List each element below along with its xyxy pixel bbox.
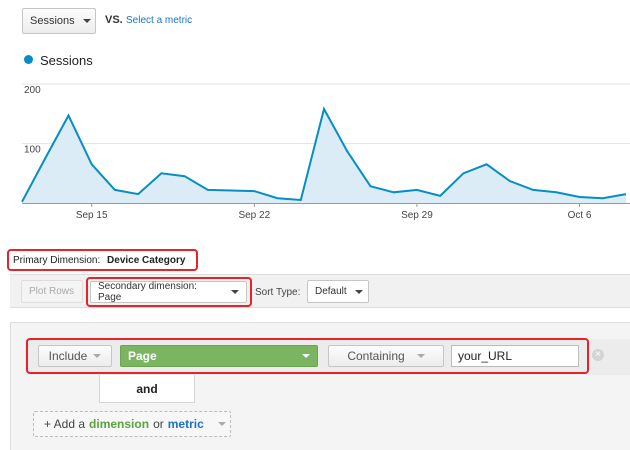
chevron-down-icon	[416, 354, 425, 358]
chevron-down-icon	[302, 354, 310, 358]
add-metric-link[interactable]: metric	[168, 417, 204, 431]
metric-dropdown-label: Sessions	[30, 15, 75, 27]
sort-type-label: Sort Type:	[255, 287, 301, 298]
match-type-dropdown[interactable]: Containing	[328, 345, 444, 367]
primary-dimension: Primary Dimension: Device Category	[13, 255, 185, 266]
dimension-value: Page	[128, 349, 157, 363]
add-or: or	[153, 417, 164, 431]
metric-dropdown[interactable]: Sessions	[22, 8, 96, 34]
secondary-dimension-label: Secondary dimension: Page	[98, 281, 197, 303]
y-tick-label: 100	[24, 145, 41, 156]
include-dropdown[interactable]: Include	[38, 345, 112, 367]
x-tick-label: Sep 15	[76, 210, 108, 221]
sort-type-value: Default	[315, 286, 347, 297]
secondary-dimension-dropdown[interactable]: Secondary dimension: Page	[90, 281, 247, 303]
legend-dot-icon	[24, 55, 33, 64]
plot-rows-button[interactable]: Plot Rows	[21, 280, 83, 303]
select-metric-link[interactable]: Select a metric	[126, 15, 192, 26]
remove-filter-icon[interactable]: ×	[592, 349, 604, 361]
add-dimension-link[interactable]: dimension	[89, 417, 149, 431]
dimension-dropdown[interactable]: Page	[120, 345, 318, 367]
legend-label: Sessions	[40, 53, 93, 68]
chevron-down-icon	[82, 19, 91, 23]
primary-dimension-label: Primary Dimension:	[13, 255, 101, 266]
chevron-down-icon	[354, 289, 363, 294]
match-type-value: Containing	[347, 349, 405, 363]
and-label: and	[136, 381, 158, 396]
vs-label: VS.	[105, 14, 123, 26]
x-tick-label: Sep 29	[401, 210, 433, 221]
chevron-down-icon	[93, 354, 102, 358]
x-tick-label: Oct 6	[568, 210, 592, 221]
y-tick-label: 200	[24, 85, 41, 96]
add-prefix: + Add a	[44, 417, 86, 431]
chevron-down-icon	[231, 290, 239, 294]
sort-type-dropdown[interactable]: Default	[307, 280, 369, 303]
sessions-area	[22, 109, 626, 203]
x-tick-label: Sep 22	[238, 210, 270, 221]
include-label: Include	[48, 349, 88, 363]
chevron-down-icon	[217, 422, 226, 426]
plot-rows-label: Plot Rows	[29, 286, 75, 297]
sessions-chart: 200 100 Sep 15 Sep 22 Sep 29 Oct 6	[21, 83, 630, 221]
filter-value-input[interactable]	[451, 345, 579, 367]
add-dimension-or-metric[interactable]: + Add a dimension or metric	[33, 411, 231, 437]
primary-dimension-value[interactable]: Device Category	[107, 255, 185, 266]
advanced-filter-panel: and + Add a dimension or metric	[10, 322, 630, 450]
and-tab: and	[99, 375, 195, 403]
